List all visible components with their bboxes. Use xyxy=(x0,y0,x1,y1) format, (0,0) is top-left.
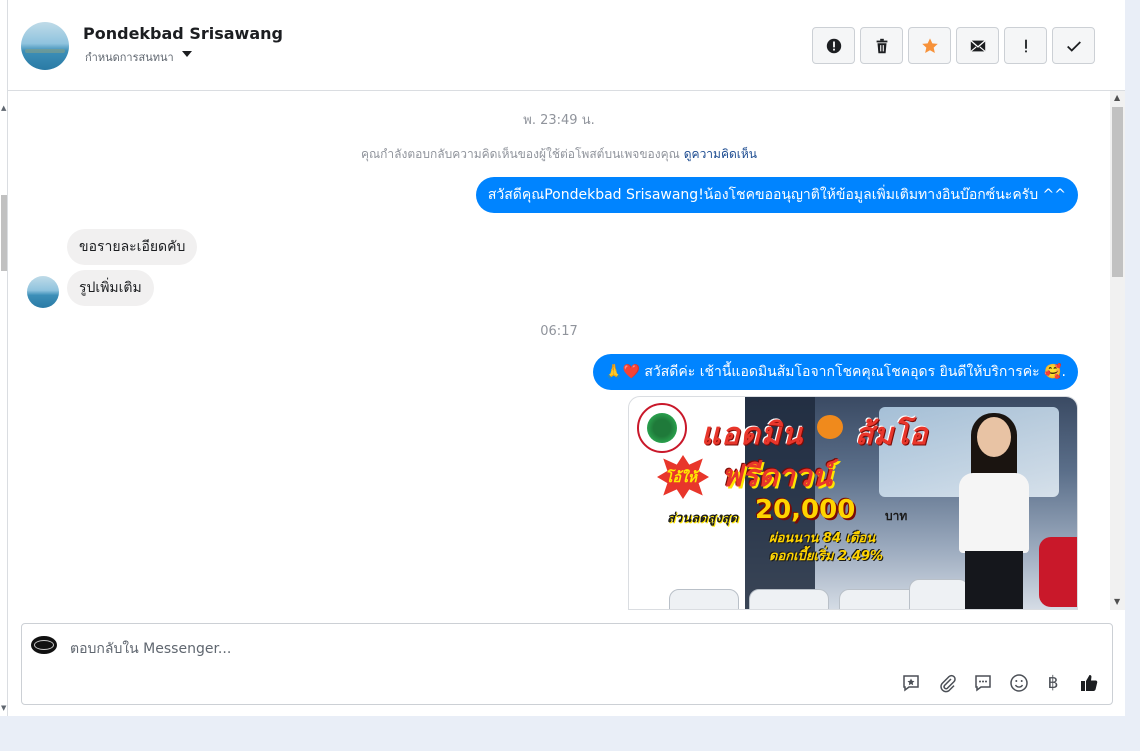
scroll-thumb[interactable] xyxy=(1112,107,1123,277)
dealer-logo xyxy=(637,403,687,453)
outgoing-message[interactable]: สวัสดีคุณPondekbad Srisawang!น้องโชคขออน… xyxy=(475,177,1078,213)
outgoing-message[interactable]: 🙏❤️ สวัสดีค่ะ เช้านี้แอดมินส้มโอจากโชคคุ… xyxy=(593,354,1078,390)
scroll-down-icon[interactable]: ▼ xyxy=(1114,597,1120,606)
exclamation-circle-icon xyxy=(826,38,841,53)
payment-button[interactable]: ฿ xyxy=(1041,671,1065,695)
conversation-scrollbar[interactable]: ▲ ▼ xyxy=(1110,91,1125,610)
notice-text: คุณกำลังตอบกลับความคิดเห็นของผู้ใช้ต่อโพ… xyxy=(361,147,680,161)
reply-input[interactable]: ตอบกลับใน Messenger... xyxy=(70,638,231,660)
exclamation-icon xyxy=(1024,39,1027,52)
timestamp: พ. 23:49 น. xyxy=(523,113,595,128)
assign-conversation-label[interactable]: กำหนดการสนทนา xyxy=(85,48,174,66)
scroll-up-icon[interactable]: ▲ xyxy=(1114,93,1120,102)
saved-reply-icon xyxy=(903,675,919,692)
incoming-message[interactable]: รูปเพิ่มเติม xyxy=(67,270,154,306)
important-button[interactable] xyxy=(1004,27,1047,64)
promo-seat xyxy=(1039,537,1077,607)
incoming-message[interactable]: ขอรายละเอียดคับ xyxy=(67,229,198,265)
envelope-icon xyxy=(969,39,986,52)
conversation-header: Pondekbad Srisawang กำหนดการสนทนา xyxy=(8,0,1125,91)
done-button[interactable] xyxy=(1052,27,1095,64)
orange-icon xyxy=(817,415,843,439)
timestamp: 06:17 xyxy=(540,324,578,339)
promo-title-a: แอดมิน xyxy=(701,417,804,452)
contact-avatar-small[interactable] xyxy=(27,276,59,308)
scroll-up-icon[interactable]: ▲ xyxy=(1,104,6,112)
promo-cars xyxy=(669,573,969,609)
baht-icon: ฿ xyxy=(1047,673,1059,693)
promo-headline: ฟรีดาวน์ xyxy=(721,459,833,494)
delete-button[interactable] xyxy=(860,27,903,64)
star-button[interactable] xyxy=(908,27,951,64)
message-icon xyxy=(975,675,991,692)
view-comment-link[interactable]: ดูความคิดเห็น xyxy=(684,147,757,161)
emoji-icon xyxy=(1010,674,1028,692)
like-button[interactable] xyxy=(1077,671,1101,695)
interest-text: ดอกเบี้ยเริ่ม 2.49% xyxy=(769,549,884,564)
attachment-icon xyxy=(940,674,956,693)
discount-amount: 20,000 xyxy=(755,495,856,525)
emoji-button[interactable] xyxy=(1007,671,1031,695)
trash-icon xyxy=(876,38,887,53)
saved-reply-button[interactable] xyxy=(899,671,923,695)
mark-unread-button[interactable] xyxy=(956,27,999,64)
star-icon xyxy=(921,37,938,53)
window-bottom xyxy=(0,716,1140,751)
conversation-thread[interactable]: พ. 23:49 น. คุณกำลังตอบกลับความคิดเห็นขอ… xyxy=(8,91,1110,610)
messenger-panel: Pondekbad Srisawang กำหนดการสนทนา พ. 23:… xyxy=(8,0,1125,716)
check-icon xyxy=(1066,40,1081,52)
comment-reply-notice: คุณกำลังตอบกลับความคิดเห็นของผู้ใช้ต่อโพ… xyxy=(8,145,1110,164)
discount-unit: บาท xyxy=(885,509,908,523)
contact-name[interactable]: Pondekbad Srisawang xyxy=(83,24,283,43)
reply-composer[interactable]: ตอบกลับใน Messenger... ฿ xyxy=(21,623,1113,705)
scroll-down-icon[interactable]: ▼ xyxy=(1,704,6,712)
contact-avatar[interactable] xyxy=(21,22,69,70)
outer-scroll-thumb[interactable] xyxy=(1,195,7,271)
caret-down-icon[interactable] xyxy=(182,51,192,57)
discount-label: ส่วนลดสูงสุด xyxy=(667,511,739,526)
promo-person xyxy=(959,413,1029,609)
promo-image[interactable]: แอดมิน ส้มโอ โอ้ให้ ฟรีดาวน์ ส่วนลดสูงสุ… xyxy=(628,396,1078,610)
page-avatar xyxy=(31,636,57,654)
thumbs-up-icon xyxy=(1081,675,1098,691)
report-button[interactable] xyxy=(812,27,855,64)
attach-button[interactable] xyxy=(935,671,959,695)
burst-text: โอ้ให้ xyxy=(665,470,697,486)
message-button[interactable] xyxy=(971,671,995,695)
outer-scrollbar[interactable]: ▲ ▼ xyxy=(0,0,8,716)
window-edge xyxy=(1125,0,1140,716)
promo-title-b: ส้มโอ xyxy=(855,417,928,452)
